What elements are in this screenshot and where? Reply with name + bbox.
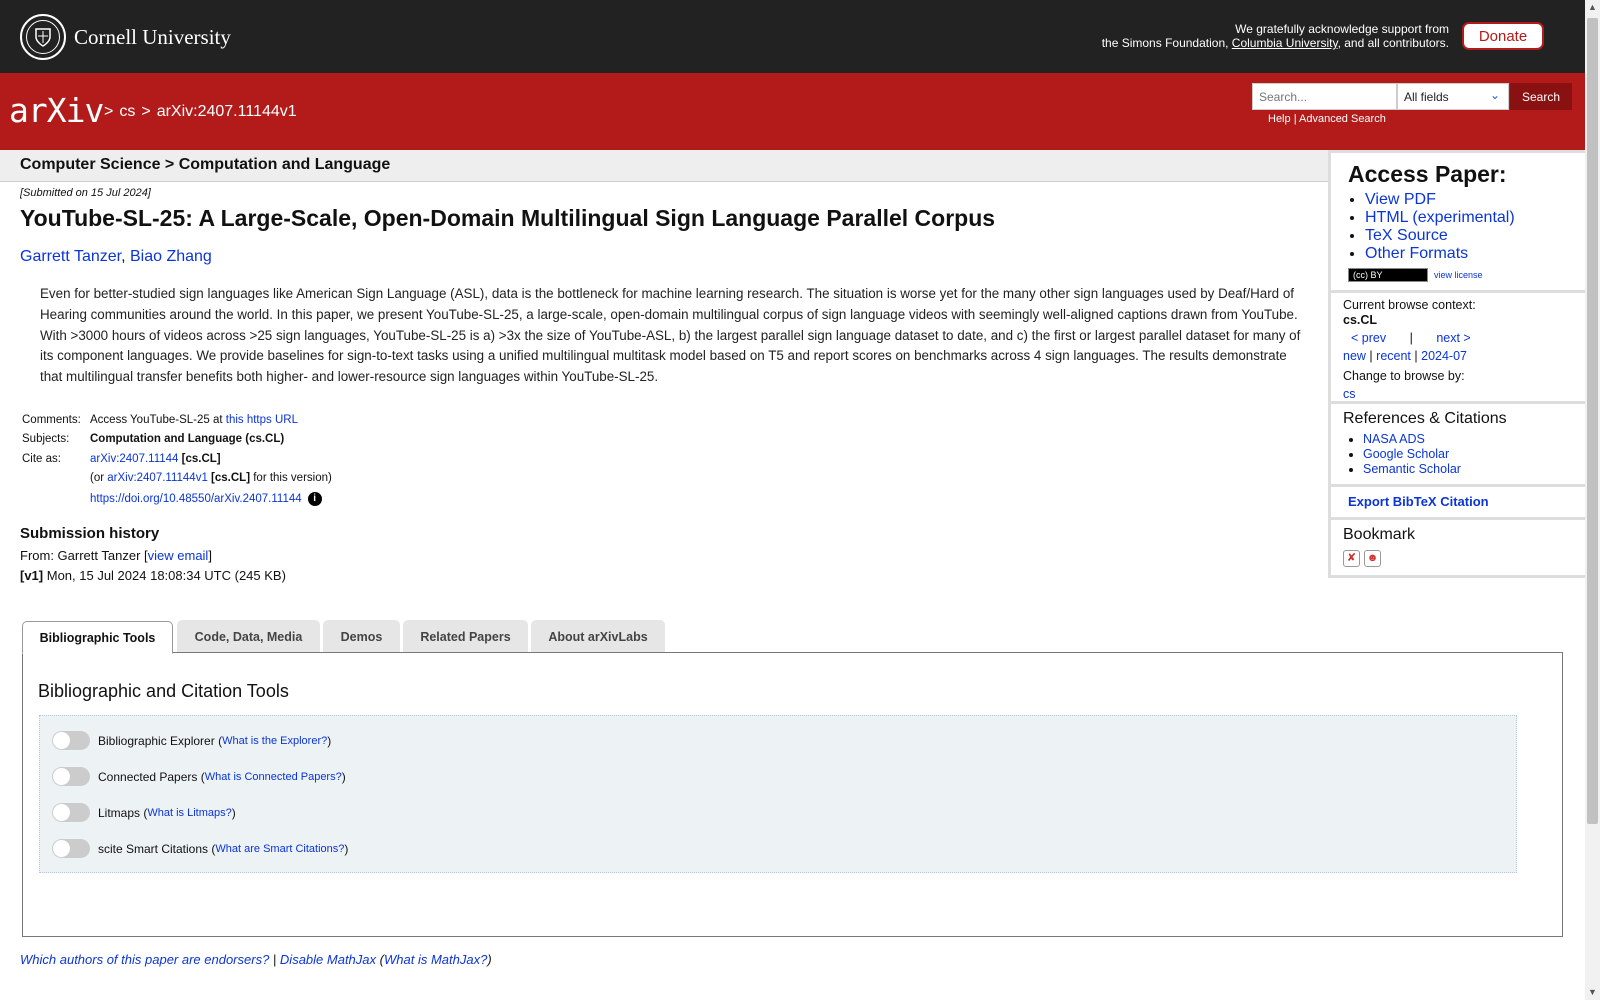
browse-context-panel: Current browse context: cs.CL < prev | n… xyxy=(1331,293,1585,401)
bibsonomy-icon[interactable]: ✘ xyxy=(1343,550,1360,567)
reddit-icon[interactable]: ☻ xyxy=(1364,550,1381,567)
disable-mathjax-link[interactable]: Disable MathJax xyxy=(280,952,376,967)
recent-link[interactable]: recent xyxy=(1376,349,1411,363)
prev-link[interactable]: < prev xyxy=(1351,331,1386,345)
tool-bibliographic-explorer: Bibliographic Explorer (What is the Expl… xyxy=(52,731,331,750)
arxiv-logo[interactable]: arXiv xyxy=(9,91,104,130)
help-link[interactable]: Help xyxy=(1268,113,1291,125)
tex-source-link[interactable]: TeX Source xyxy=(1365,227,1448,244)
abstract: Even for better-studied sign languages l… xyxy=(40,286,1301,385)
view-pdf-link[interactable]: View PDF xyxy=(1365,191,1436,208)
tool-litmaps: Litmaps (What is Litmaps?) xyxy=(52,803,236,822)
endorsers-link[interactable]: Which authors of this paper are endorser… xyxy=(20,952,269,967)
scroll-down-icon[interactable]: ▼ xyxy=(1585,985,1600,1000)
breadcrumb-paper-id: arXiv:2407.11144v1 xyxy=(156,103,297,120)
author-link[interactable]: Garrett Tanzer xyxy=(20,248,121,265)
next-link[interactable]: next > xyxy=(1436,331,1470,345)
comments-label: Comments: xyxy=(22,414,81,426)
export-bibtex-link[interactable]: Export BibTeX Citation xyxy=(1348,494,1489,509)
tool-scite: scite Smart Citations (What are Smart Ci… xyxy=(52,839,348,858)
what-is-mathjax-link[interactable]: What is MathJax? xyxy=(384,952,487,967)
author-list: Garrett Tanzer, Biao Zhang xyxy=(20,248,212,265)
submission-from: From: Garrett Tanzer [view email] xyxy=(20,548,212,563)
cornell-header: Cornell University We gratefully acknowl… xyxy=(0,0,1585,73)
what-is-explorer-link[interactable]: What is the Explorer? xyxy=(222,735,327,747)
submission-date: [Submitted on 15 Jul 2024] xyxy=(20,187,151,199)
search-button[interactable]: Search xyxy=(1510,83,1572,110)
paper-title: YouTube-SL-25: A Large-Scale, Open-Domai… xyxy=(20,205,996,231)
tool-connected-papers: Connected Papers (What is Connected Pape… xyxy=(52,767,346,786)
cite-version-link[interactable]: arXiv:2407.11144v1 xyxy=(107,472,208,484)
cite-label: Cite as: xyxy=(22,453,61,465)
cornell-seal-icon xyxy=(20,14,66,60)
cc-by-badge-icon[interactable]: (cc) BY xyxy=(1348,268,1428,282)
breadcrumb-cs[interactable]: cs xyxy=(119,103,135,120)
month-link[interactable]: 2024-07 xyxy=(1421,349,1467,363)
scroll-up-icon[interactable]: ▲ xyxy=(1585,0,1600,15)
search-field-select[interactable]: All fields ⌄ xyxy=(1397,83,1509,110)
page-scrollbar[interactable]: ▲ ▼ xyxy=(1585,0,1600,1000)
bookmark-panel: Bookmark ✘ ☻ xyxy=(1331,520,1585,575)
breadcrumb: > cs > arXiv:2407.11144v1 xyxy=(104,103,297,120)
tools-list: Bibliographic Explorer (What is the Expl… xyxy=(39,715,1517,873)
donate-button[interactable]: Donate xyxy=(1462,22,1544,50)
litmaps-toggle[interactable] xyxy=(52,803,90,822)
sidebar: Access Paper: View PDF HTML (experimenta… xyxy=(1328,150,1585,578)
chevron-down-icon: ⌄ xyxy=(1489,88,1500,102)
comments-url-link[interactable]: this https URL xyxy=(226,414,298,426)
doi-link[interactable]: https://doi.org/10.48550/arXiv.2407.1114… xyxy=(90,493,302,505)
what-are-smart-citations-link[interactable]: What are Smart Citations? xyxy=(215,843,344,855)
submission-version: [v1] Mon, 15 Jul 2024 18:08:34 UTC (245 … xyxy=(20,568,286,583)
footer-links: Which authors of this paper are endorser… xyxy=(20,952,492,967)
what-is-connected-papers-link[interactable]: What is Connected Papers? xyxy=(205,771,342,783)
nasa-ads-link[interactable]: NASA ADS xyxy=(1363,432,1425,446)
tab-demos[interactable]: Demos xyxy=(323,620,400,653)
scite-toggle[interactable] xyxy=(52,839,90,858)
bookmark-title: Bookmark xyxy=(1343,526,1416,543)
html-link[interactable]: HTML (experimental) xyxy=(1365,209,1515,226)
other-formats-link[interactable]: Other Formats xyxy=(1365,245,1468,262)
access-paper-title: Access Paper: xyxy=(1348,161,1507,187)
tab-about-arxivlabs[interactable]: About arXivLabs xyxy=(531,620,665,653)
subjects-value: Computation and Language (cs.CL) xyxy=(90,433,285,445)
what-is-litmaps-link[interactable]: What is Litmaps? xyxy=(147,807,231,819)
author-link[interactable]: Biao Zhang xyxy=(130,248,212,265)
view-email-link[interactable]: view email xyxy=(148,548,209,563)
access-paper-panel: Access Paper: View PDF HTML (experimenta… xyxy=(1331,153,1585,290)
arxiv-header: arXiv > cs > arXiv:2407.11144v1 Search... A… xyxy=(0,73,1585,150)
cite-id-link[interactable]: arXiv:2407.11144 xyxy=(90,453,178,465)
license: (cc) BY view license xyxy=(1348,268,1483,282)
explorer-toggle[interactable] xyxy=(52,731,90,750)
subject-header: Computer Science > Computation and Langu… xyxy=(0,150,1328,182)
semantic-scholar-link[interactable]: Semantic Scholar xyxy=(1363,462,1461,476)
advanced-search-link[interactable]: Advanced Search xyxy=(1299,113,1386,125)
tab-related-papers[interactable]: Related Papers xyxy=(403,620,528,653)
subjects-label: Subjects: xyxy=(22,433,70,445)
connected-papers-toggle[interactable] xyxy=(52,767,90,786)
references-panel: References & Citations NASA ADS Google S… xyxy=(1331,404,1585,484)
search-input[interactable]: Search... xyxy=(1252,83,1397,110)
view-license-link[interactable]: view license xyxy=(1434,270,1483,280)
scrollbar-thumb[interactable] xyxy=(1587,18,1598,824)
columbia-link[interactable]: Columbia University xyxy=(1232,36,1338,50)
new-link[interactable]: new xyxy=(1343,349,1366,363)
institution-name: Cornell University xyxy=(74,24,231,49)
subject-title: Computer Science > Computation and Langu… xyxy=(20,156,391,173)
google-scholar-link[interactable]: Google Scholar xyxy=(1363,447,1449,461)
browse-cs-link[interactable]: cs xyxy=(1343,387,1356,401)
info-icon[interactable]: i xyxy=(307,492,322,506)
export-panel: Export BibTeX Citation xyxy=(1331,487,1585,517)
references-title: References & Citations xyxy=(1343,410,1507,427)
search-help-links: Help | Advanced Search xyxy=(1268,113,1386,125)
support-acknowledgement: We gratefully acknowledge support from t… xyxy=(1101,22,1449,50)
cornell-logo[interactable]: Cornell University xyxy=(20,13,231,61)
browse-context-value: cs.CL xyxy=(1343,313,1378,327)
tab-bibliographic-tools[interactable]: Bibliographic Tools xyxy=(22,621,173,654)
tools-title: Bibliographic and Citation Tools xyxy=(38,681,289,701)
bibliographic-tools-panel: Bibliographic and Citation Tools Bibliog… xyxy=(22,652,1563,937)
submission-history-title: Submission history xyxy=(20,525,160,542)
tab-code-data-media[interactable]: Code, Data, Media xyxy=(177,620,320,653)
